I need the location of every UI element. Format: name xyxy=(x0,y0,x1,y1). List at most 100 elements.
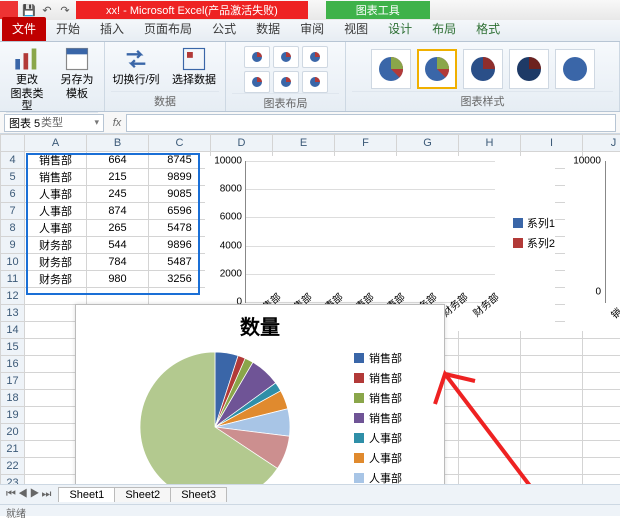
cell[interactable] xyxy=(25,288,87,305)
save-icon[interactable]: 💾 xyxy=(22,3,36,17)
cell[interactable]: 9899 xyxy=(149,169,211,186)
col-header[interactable]: E xyxy=(273,135,335,152)
row-header[interactable]: 20 xyxy=(1,424,25,441)
cell[interactable]: 财务部 xyxy=(25,271,87,288)
cell[interactable] xyxy=(583,339,620,356)
row-header[interactable]: 12 xyxy=(1,288,25,305)
cell[interactable]: 6596 xyxy=(149,203,211,220)
cell[interactable]: 784 xyxy=(87,254,149,271)
col-header[interactable]: C xyxy=(149,135,211,152)
cell[interactable] xyxy=(149,288,211,305)
select-data-button[interactable]: 选择数据 xyxy=(169,46,219,86)
cell[interactable] xyxy=(521,339,583,356)
cell[interactable]: 8745 xyxy=(149,152,211,169)
cell[interactable]: 215 xyxy=(87,169,149,186)
tab-formula[interactable]: 公式 xyxy=(202,17,246,41)
cell[interactable] xyxy=(521,407,583,424)
tab-design[interactable]: 设计 xyxy=(378,17,422,41)
tab-view[interactable]: 视图 xyxy=(334,17,378,41)
cell[interactable] xyxy=(521,424,583,441)
cell[interactable]: 人事部 xyxy=(25,203,87,220)
style-option[interactable] xyxy=(555,49,595,89)
cell[interactable] xyxy=(87,288,149,305)
style-gallery[interactable] xyxy=(371,46,595,91)
row-header[interactable]: 16 xyxy=(1,356,25,373)
row-header[interactable]: 9 xyxy=(1,237,25,254)
tab-review[interactable]: 审阅 xyxy=(290,17,334,41)
worksheet[interactable]: ABCDEFGHIJK4销售部66487455销售部21598996人事部245… xyxy=(0,134,620,494)
row-header[interactable]: 17 xyxy=(1,373,25,390)
row-header[interactable]: 10 xyxy=(1,254,25,271)
cell[interactable]: 财务部 xyxy=(25,254,87,271)
row-header[interactable]: 19 xyxy=(1,407,25,424)
layout-option[interactable] xyxy=(302,71,328,93)
col-header[interactable]: D xyxy=(211,135,273,152)
col-header[interactable]: H xyxy=(459,135,521,152)
style-option[interactable] xyxy=(371,49,411,89)
tab-format[interactable]: 格式 xyxy=(466,17,510,41)
tab-pagelayout[interactable]: 页面布局 xyxy=(134,17,202,41)
cell[interactable] xyxy=(521,373,583,390)
cell[interactable] xyxy=(459,458,521,475)
sheet-tab[interactable]: Sheet1 xyxy=(58,487,115,502)
cell[interactable]: 9085 xyxy=(149,186,211,203)
sheet-nav-icons[interactable]: ⏮◀▶⏭ xyxy=(0,488,59,501)
cell[interactable] xyxy=(583,441,620,458)
style-option-selected[interactable] xyxy=(417,49,457,89)
cell[interactable]: 5478 xyxy=(149,220,211,237)
col-header[interactable]: B xyxy=(87,135,149,152)
cell[interactable]: 3256 xyxy=(149,271,211,288)
cell[interactable]: 5487 xyxy=(149,254,211,271)
row-header[interactable]: 7 xyxy=(1,203,25,220)
col-header[interactable]: J xyxy=(583,135,620,152)
layout-option[interactable] xyxy=(244,71,270,93)
cell[interactable]: 544 xyxy=(87,237,149,254)
redo-icon[interactable]: ↷ xyxy=(58,3,72,17)
cell[interactable] xyxy=(459,339,521,356)
cell[interactable] xyxy=(521,441,583,458)
layout-option[interactable] xyxy=(302,46,328,68)
cell[interactable]: 9896 xyxy=(149,237,211,254)
row-header[interactable]: 6 xyxy=(1,186,25,203)
formula-input[interactable] xyxy=(126,114,616,132)
cell[interactable] xyxy=(583,458,620,475)
cell[interactable]: 874 xyxy=(87,203,149,220)
tab-home[interactable]: 开始 xyxy=(46,17,90,41)
cell[interactable] xyxy=(583,356,620,373)
pie-chart[interactable]: 数量 销售部销售部销售部销售部人事部人事部人事部财务部财务部 xyxy=(75,304,445,494)
row-header[interactable]: 4 xyxy=(1,152,25,169)
cell[interactable] xyxy=(583,390,620,407)
cell[interactable]: 人事部 xyxy=(25,220,87,237)
tab-insert[interactable]: 插入 xyxy=(90,17,134,41)
cell[interactable] xyxy=(459,424,521,441)
cell[interactable] xyxy=(583,424,620,441)
col-header[interactable]: A xyxy=(25,135,87,152)
col-header[interactable]: G xyxy=(397,135,459,152)
row-header[interactable]: 13 xyxy=(1,305,25,322)
change-chart-type-button[interactable]: 更改 图表类型 xyxy=(6,46,48,112)
cell[interactable]: 销售部 xyxy=(25,169,87,186)
fx-icon[interactable]: fx xyxy=(108,117,126,129)
layout-option[interactable] xyxy=(244,46,270,68)
switch-row-col-button[interactable]: 切换行/列 xyxy=(111,46,161,86)
cell[interactable] xyxy=(459,356,521,373)
col-header[interactable]: F xyxy=(335,135,397,152)
row-header[interactable]: 15 xyxy=(1,339,25,356)
cell[interactable] xyxy=(521,390,583,407)
cell[interactable] xyxy=(459,373,521,390)
row-header[interactable]: 21 xyxy=(1,441,25,458)
cell[interactable] xyxy=(459,441,521,458)
undo-icon[interactable]: ↶ xyxy=(40,3,54,17)
layout-option[interactable] xyxy=(273,46,299,68)
cell[interactable] xyxy=(583,373,620,390)
save-as-template-button[interactable]: 另存为 模板 xyxy=(56,46,98,100)
cell[interactable] xyxy=(459,390,521,407)
sheet-tab[interactable]: Sheet2 xyxy=(114,487,171,502)
row-header[interactable]: 14 xyxy=(1,322,25,339)
tab-data[interactable]: 数据 xyxy=(246,17,290,41)
cell[interactable]: 265 xyxy=(87,220,149,237)
col-header[interactable]: I xyxy=(521,135,583,152)
cell[interactable]: 664 xyxy=(87,152,149,169)
cell[interactable]: 财务部 xyxy=(25,237,87,254)
layout-gallery[interactable] xyxy=(244,46,328,93)
